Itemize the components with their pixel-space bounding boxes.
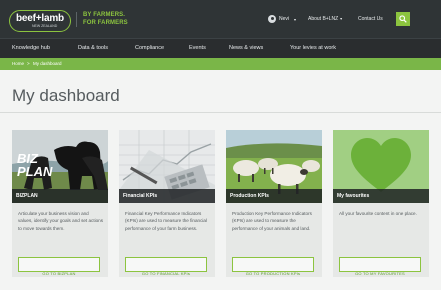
card-title-bar: My favourites bbox=[333, 189, 429, 203]
contact-link[interactable]: Contact Us bbox=[358, 16, 383, 22]
tagline-line-2: FOR FARMERS bbox=[83, 19, 128, 26]
card-title-bar: BIZPLAN bbox=[12, 189, 108, 203]
chevron-down-icon: ▾ bbox=[294, 16, 297, 22]
go-to-my-favourites-button[interactable]: GO TO MY FAVOURITES bbox=[339, 257, 421, 276]
nav-item-events[interactable]: Events bbox=[189, 45, 206, 51]
nav-item-compliance[interactable]: Compliance bbox=[135, 45, 164, 51]
card-description: All your favourite content in one place. bbox=[339, 211, 417, 216]
card-production-kpis: Production KPIs Production Key Performan… bbox=[226, 130, 322, 277]
dashboard-page: beef+lamb NEW ZEALAND BY FARMERS. FOR FA… bbox=[0, 0, 441, 290]
about-menu[interactable]: About B+LNZ ▾ bbox=[308, 16, 342, 22]
nav-item-news-views[interactable]: News & views bbox=[229, 45, 263, 51]
card-title: Production KPIs bbox=[230, 193, 269, 199]
user-icon bbox=[268, 15, 276, 23]
card-description: Production Key Performance Indicators (K… bbox=[232, 211, 312, 231]
chevron-down-icon: ▾ bbox=[340, 16, 343, 21]
nav-item-data-tools[interactable]: Data & tools bbox=[78, 45, 108, 51]
top-header: beef+lamb NEW ZEALAND BY FARMERS. FOR FA… bbox=[0, 0, 441, 38]
button-label: GO TO FINANCIAL KPIs bbox=[141, 271, 191, 276]
card-bizplan: BIZ PLAN BIZPLAN Articulate your busines… bbox=[12, 130, 108, 277]
logo-text: beef+lamb bbox=[16, 13, 64, 24]
breadcrumb-home[interactable]: Home bbox=[12, 61, 24, 66]
card-title-bar: Financial KPIs bbox=[119, 189, 215, 203]
go-to-bizplan-button[interactable]: GO TO BIZPLAN bbox=[18, 257, 100, 276]
button-label: GO TO MY FAVOURITES bbox=[355, 271, 405, 276]
site-logo[interactable]: beef+lamb NEW ZEALAND bbox=[9, 10, 71, 32]
about-label: About B+LNZ bbox=[308, 16, 339, 22]
bizplan-word-2: PLAN bbox=[17, 164, 53, 179]
card-description: Articulate your business vision and valu… bbox=[18, 211, 104, 231]
search-button[interactable] bbox=[396, 12, 410, 26]
card-description: Financial Key Performance Indicators (KP… bbox=[125, 211, 207, 231]
card-title: Financial KPIs bbox=[123, 193, 158, 199]
search-icon bbox=[399, 15, 407, 23]
card-title-bar: Production KPIs bbox=[226, 189, 322, 203]
divider bbox=[0, 112, 441, 113]
user-name: Nevi bbox=[279, 16, 290, 22]
go-to-financial-kpis-button[interactable]: GO TO FINANCIAL KPIs bbox=[125, 257, 207, 276]
nav-item-knowledge-hub[interactable]: Knowledge hub bbox=[12, 45, 50, 51]
card-title: BIZPLAN bbox=[16, 193, 38, 199]
go-to-production-kpis-button[interactable]: GO TO PRODUCTION KPIs bbox=[232, 257, 314, 276]
button-label: GO TO PRODUCTION KPIs bbox=[245, 271, 301, 276]
card-my-favourites: My favourites All your favourite content… bbox=[333, 130, 429, 277]
button-label: GO TO BIZPLAN bbox=[42, 271, 76, 276]
breadcrumb-current: My dashboard bbox=[33, 61, 62, 66]
card-financial-kpis: Financial KPIs Financial Key Performance… bbox=[119, 130, 215, 277]
user-menu[interactable]: Nevi ▾ bbox=[268, 15, 296, 23]
logo-subtext: NEW ZEALAND bbox=[32, 24, 58, 28]
tagline-line-1: BY FARMERS. bbox=[83, 12, 125, 18]
nav-item-levies[interactable]: Your levies at work bbox=[290, 45, 336, 51]
breadcrumb-separator: > bbox=[27, 61, 30, 66]
main-nav: Knowledge hub Data & tools Compliance Ev… bbox=[0, 38, 441, 58]
bizplan-image-text: BIZ PLAN bbox=[17, 152, 52, 178]
tagline: BY FARMERS. FOR FARMERS bbox=[76, 12, 156, 27]
card-title: My favourites bbox=[337, 193, 370, 199]
page-title: My dashboard bbox=[12, 86, 120, 105]
breadcrumb: Home > My dashboard bbox=[0, 58, 441, 70]
